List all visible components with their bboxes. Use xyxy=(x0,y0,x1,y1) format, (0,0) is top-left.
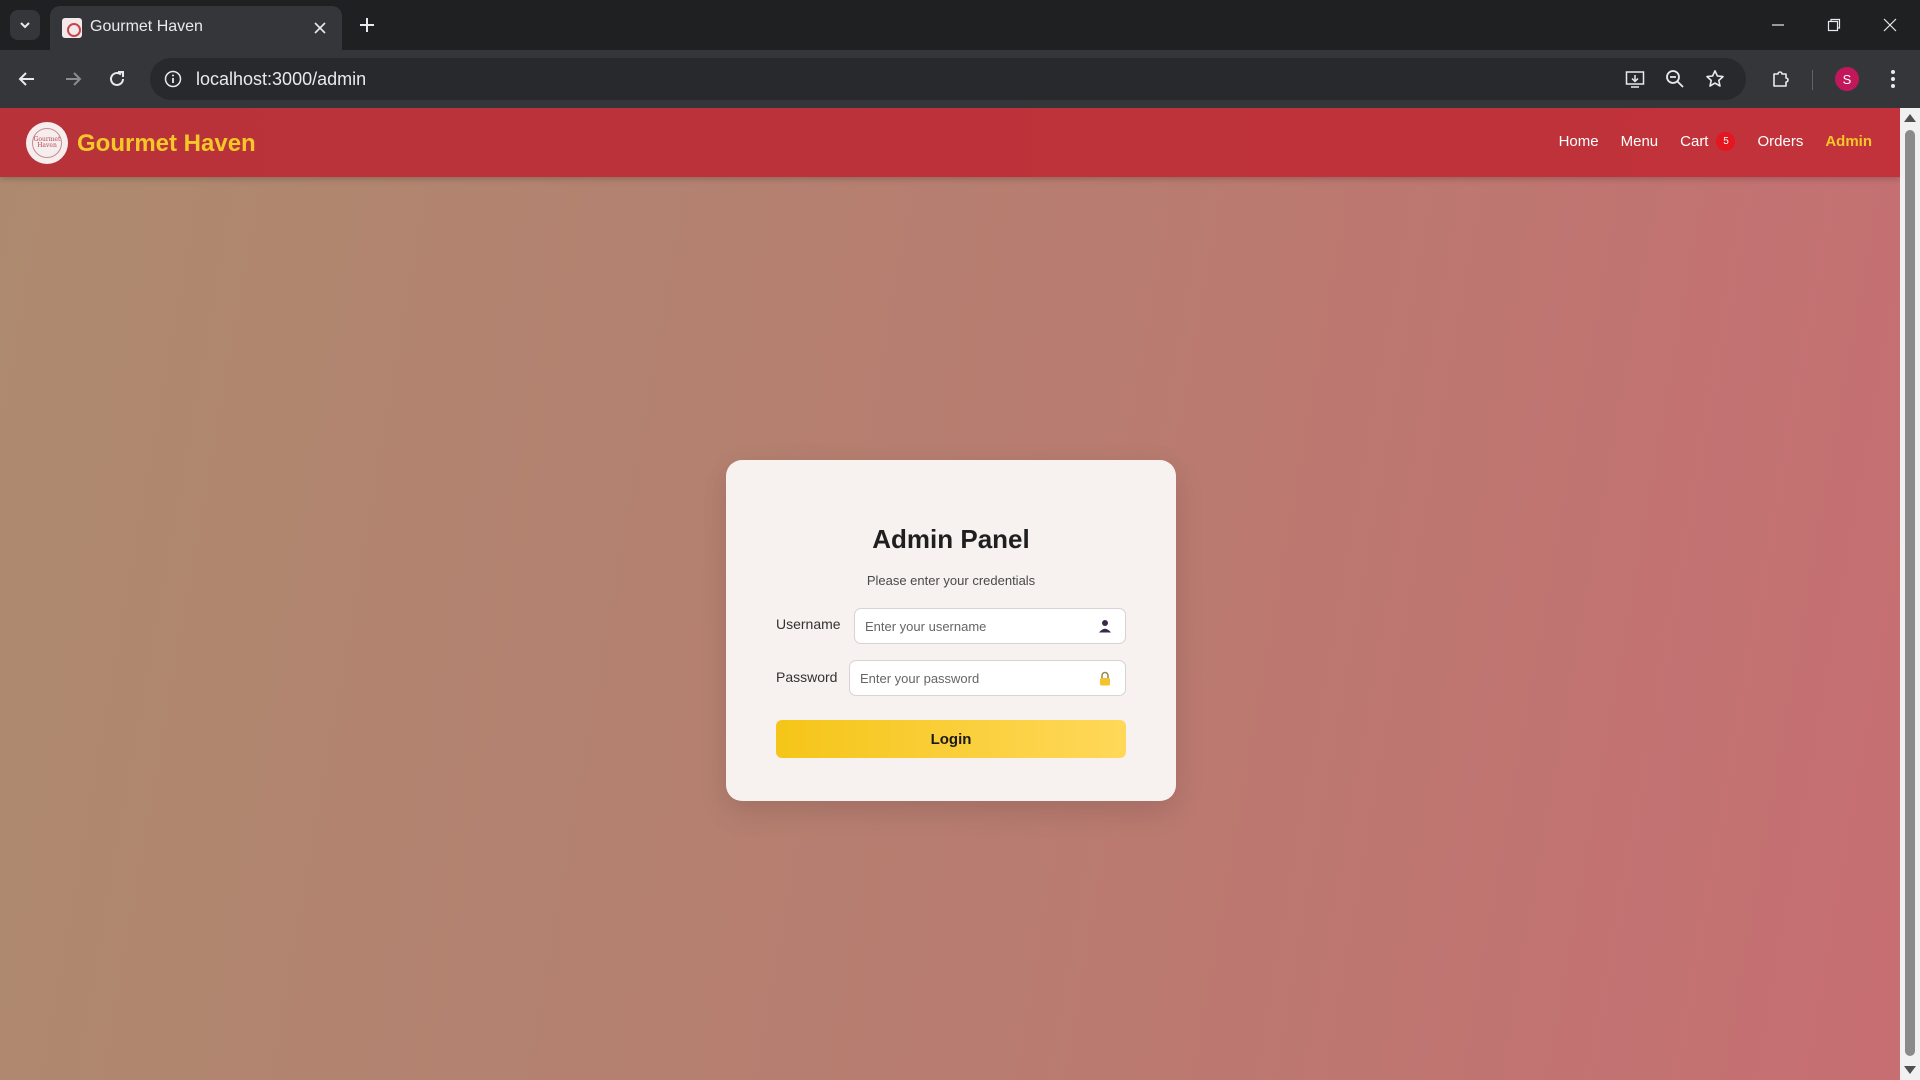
url-text[interactable]: localhost:3000/admin xyxy=(196,69,366,90)
browser-toolbar: localhost:3000/admin S xyxy=(0,50,1920,108)
bookmark-button[interactable] xyxy=(1702,66,1728,92)
login-button[interactable]: Login xyxy=(776,720,1126,758)
nav-menu[interactable]: Menu xyxy=(1621,133,1659,150)
nav-cart[interactable]: Cart 5 xyxy=(1680,132,1736,151)
brand-name[interactable]: Gourmet Haven xyxy=(77,130,256,158)
toolbar-divider xyxy=(1812,70,1813,90)
plus-icon xyxy=(360,18,374,32)
tab-search-button[interactable] xyxy=(10,10,40,40)
main-nav: Home Menu Cart 5 Orders Admin xyxy=(1537,132,1872,151)
info-icon xyxy=(164,70,182,88)
minimize-button[interactable] xyxy=(1758,8,1798,42)
scrollbar-thumb[interactable] xyxy=(1905,130,1915,1056)
arrow-right-icon xyxy=(66,72,82,86)
favicon-icon xyxy=(62,18,82,38)
nav-cart-label: Cart xyxy=(1680,133,1709,150)
tab-close-button[interactable] xyxy=(308,16,332,40)
site-info-button[interactable] xyxy=(160,66,186,92)
chevron-down-icon xyxy=(20,22,30,29)
lock-icon xyxy=(1097,670,1113,686)
scroll-down-arrow-icon[interactable] xyxy=(1904,1066,1916,1074)
back-button[interactable] xyxy=(10,62,44,96)
puzzle-icon xyxy=(1773,71,1789,87)
extensions-button[interactable] xyxy=(1764,62,1798,96)
minimize-icon xyxy=(1772,24,1784,26)
reload-button[interactable] xyxy=(100,62,134,96)
username-field-wrapper xyxy=(854,608,1126,644)
restore-button[interactable] xyxy=(1814,8,1854,42)
page-scrollbar[interactable] xyxy=(1900,108,1920,1080)
zoom-button[interactable] xyxy=(1662,66,1688,92)
arrow-left-icon xyxy=(18,72,34,86)
install-app-button[interactable] xyxy=(1622,66,1648,92)
close-icon xyxy=(314,22,326,34)
site-header: Gourmet Haven Gourmet Haven Home Menu Ca… xyxy=(0,108,1900,177)
site-logo[interactable]: Gourmet Haven xyxy=(26,122,68,164)
password-field-wrapper xyxy=(849,660,1126,696)
more-vertical-icon xyxy=(1891,70,1895,88)
page-viewport: Gourmet Haven Gourmet Haven Home Menu Ca… xyxy=(0,108,1900,1080)
nav-orders[interactable]: Orders xyxy=(1757,133,1803,150)
nav-home[interactable]: Home xyxy=(1559,133,1599,150)
install-icon xyxy=(1625,71,1645,88)
new-tab-button[interactable] xyxy=(352,10,382,40)
restore-icon xyxy=(1827,18,1841,32)
forward-button[interactable] xyxy=(56,62,90,96)
scroll-up-arrow-icon[interactable] xyxy=(1904,114,1916,122)
password-input[interactable] xyxy=(860,661,1080,695)
browser-menu-button[interactable] xyxy=(1876,62,1910,96)
star-icon xyxy=(1706,70,1724,87)
cart-count-badge: 5 xyxy=(1716,132,1736,151)
close-window-button[interactable] xyxy=(1870,8,1910,42)
browser-tab[interactable]: Gourmet Haven xyxy=(50,6,342,50)
page-title: Admin Panel xyxy=(872,524,1030,554)
close-icon xyxy=(1883,18,1897,32)
profile-avatar[interactable]: S xyxy=(1835,67,1859,91)
browser-tab-bar: Gourmet Haven xyxy=(0,0,1920,50)
reload-icon xyxy=(110,71,124,86)
login-subtitle: Please enter your credentials xyxy=(866,573,1036,588)
admin-login-card: Admin Panel Please enter your credential… xyxy=(726,460,1176,801)
password-label: Password xyxy=(776,669,838,685)
nav-admin[interactable]: Admin xyxy=(1825,133,1872,150)
user-icon xyxy=(1097,618,1113,634)
tab-title: Gourmet Haven xyxy=(90,18,203,35)
logo-emblem: Gourmet Haven xyxy=(32,128,62,158)
address-bar[interactable]: localhost:3000/admin xyxy=(150,58,1746,100)
username-input[interactable] xyxy=(865,609,1085,643)
zoom-out-icon xyxy=(1666,70,1684,88)
username-label: Username xyxy=(776,616,841,632)
